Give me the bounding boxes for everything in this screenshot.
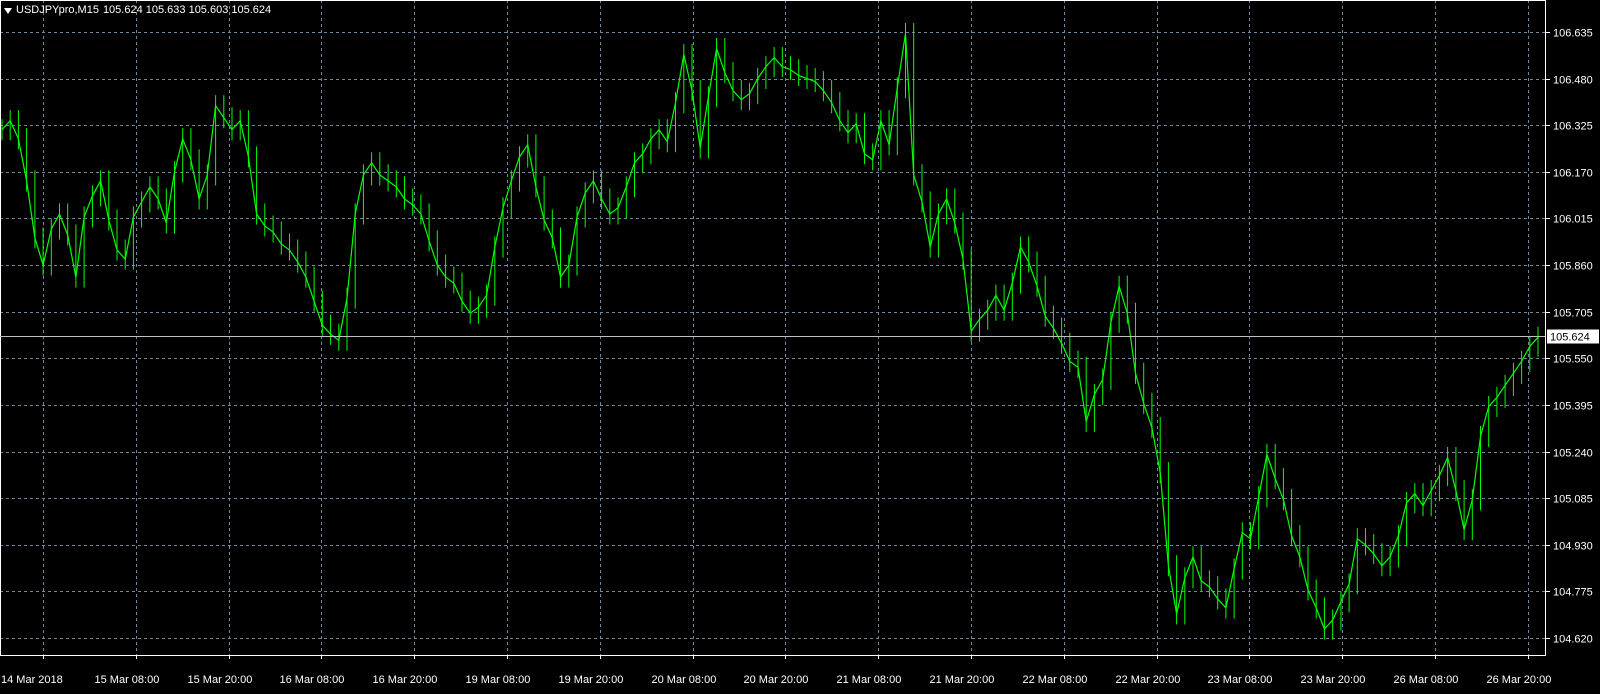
x-tick-label: 15 Mar 08:00 [95,674,160,686]
y-tick-label: 106.015 [1553,214,1593,226]
x-tick-label: 21 Mar 20:00 [930,674,995,686]
current-price-label: 105.624 [1550,332,1590,344]
ohlc-values: 105.624 105.633 105.603 105.624 [102,4,272,16]
x-tick-label: 20 Mar 20:00 [744,674,809,686]
y-tick-label: 105.085 [1553,494,1593,506]
x-tick-label: 15 Mar 20:00 [188,674,253,686]
x-tick-label: 23 Mar 20:00 [1301,674,1366,686]
x-tick-label: 14 Mar 2018 [1,674,63,686]
y-tick-label: 106.170 [1553,168,1593,180]
chart-background [0,0,1600,694]
x-tick-label: 19 Mar 08:00 [466,674,531,686]
y-tick-label: 105.395 [1553,401,1593,413]
symbol-label: USDJPYpro,M15 [16,4,99,16]
y-tick-label: 105.550 [1553,354,1593,366]
x-tick-label: 21 Mar 08:00 [837,674,902,686]
y-tick-label: 105.705 [1553,308,1593,320]
y-tick-label: 104.930 [1553,541,1593,553]
x-tick-label: 19 Mar 20:00 [559,674,624,686]
x-tick-label: 23 Mar 08:00 [1208,674,1273,686]
x-tick-label: 26 Mar 08:00 [1394,674,1459,686]
x-tick-label: 22 Mar 08:00 [1023,674,1088,686]
price-chart[interactable]: 106.635 106.480 106.325 106.170 106.015 105.8… [0,0,1600,694]
y-tick-label: 104.775 [1553,587,1593,599]
x-tick-label: 16 Mar 20:00 [373,674,438,686]
y-tick-label: 104.620 [1553,634,1593,646]
x-tick-label: 22 Mar 20:00 [1116,674,1181,686]
y-tick-label: 106.325 [1553,121,1593,133]
x-tick-label: 26 Mar 20:00 [1487,674,1552,686]
y-tick-label: 106.635 [1553,28,1593,40]
x-tick-label: 20 Mar 08:00 [652,674,717,686]
chart-menu-triangle-icon[interactable] [4,7,12,14]
chart-header: USDJPYpro,M15 105.624 105.633 105.603 10… [4,4,271,16]
y-tick-label: 106.480 [1553,75,1593,87]
y-tick-label: 105.240 [1553,448,1593,460]
x-tick-label: 16 Mar 08:00 [280,674,345,686]
y-tick-label: 105.860 [1553,261,1593,273]
